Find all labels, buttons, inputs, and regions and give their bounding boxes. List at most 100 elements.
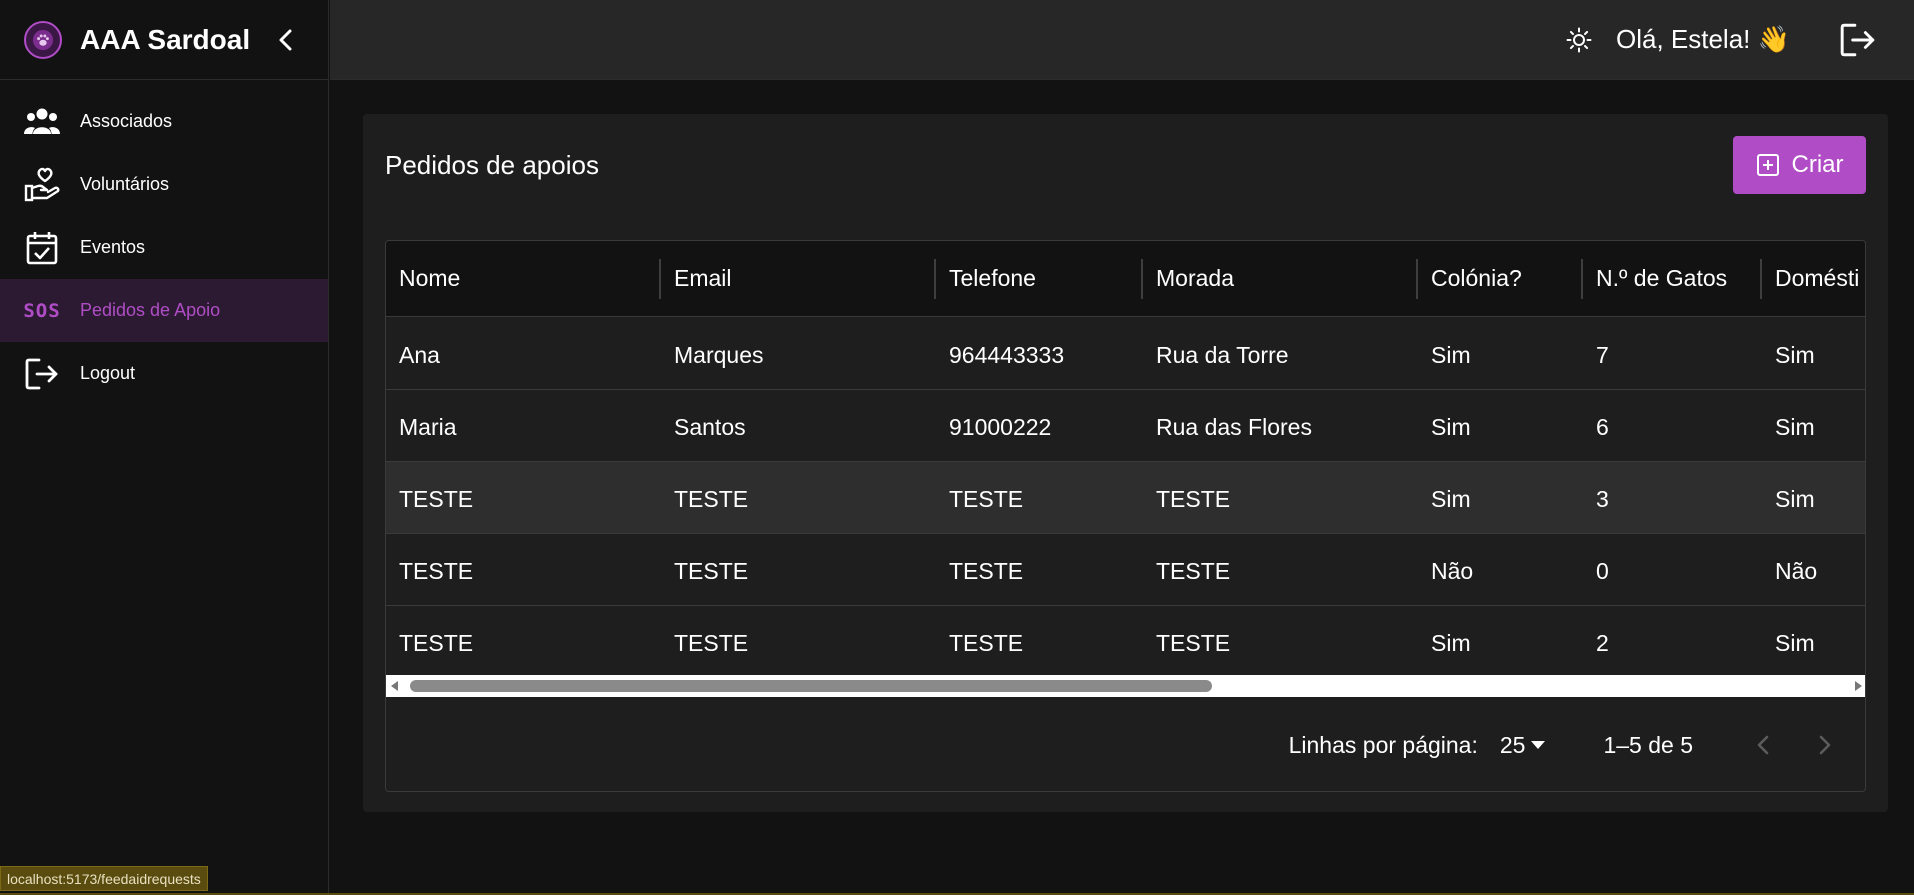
- sidebar: AAA Sardoal Associados Voluntários Event…: [0, 0, 329, 895]
- column-separator[interactable]: [1416, 259, 1418, 299]
- main-card: Pedidos de apoios Criar Nome Email Telef…: [363, 114, 1888, 812]
- page-title: Pedidos de apoios: [385, 150, 599, 180]
- table-row[interactable]: Maria Santos 91000222 Rua das Flores Sim…: [386, 390, 1865, 462]
- cell-num-gatos: 0: [1596, 558, 1609, 584]
- topbar: Olá, Estela! 👋: [330, 0, 1914, 80]
- cell-email: Marques: [674, 342, 764, 368]
- cell-colonia: Não: [1431, 558, 1474, 584]
- logout-icon: [1840, 23, 1875, 56]
- brand: AAA Sardoal: [0, 0, 328, 80]
- cell-morada: TESTE: [1156, 558, 1231, 584]
- cell-num-gatos: 2: [1596, 630, 1609, 656]
- column-header-num-gatos[interactable]: N.º de Gatos: [1596, 265, 1727, 292]
- sidebar-nav: Associados Voluntários Eventos SOS Pedid…: [0, 80, 328, 405]
- cell-email: Santos: [674, 414, 746, 440]
- cell-telefone: 964443333: [949, 342, 1065, 368]
- cell-num-gatos: 7: [1596, 342, 1609, 368]
- cell-nome: TESTE: [399, 486, 474, 512]
- hand-heart-icon: [22, 167, 62, 203]
- horizontal-scrollbar[interactable]: [386, 675, 1865, 697]
- cell-email: TESTE: [674, 558, 749, 584]
- column-header-telefone[interactable]: Telefone: [949, 265, 1036, 292]
- cell-nome: Ana: [399, 342, 440, 368]
- cell-domestico: Sim: [1775, 414, 1815, 440]
- collapse-sidebar-button[interactable]: [272, 26, 300, 54]
- sidebar-item-eventos[interactable]: Eventos: [0, 216, 328, 279]
- cell-colonia: Sim: [1431, 414, 1471, 440]
- cell-morada: TESTE: [1156, 486, 1231, 512]
- app-title: AAA Sardoal: [80, 23, 251, 55]
- column-separator[interactable]: [1141, 259, 1143, 299]
- sidebar-item-voluntarios[interactable]: Voluntários: [0, 153, 328, 216]
- sun-icon: [1566, 27, 1592, 52]
- table-row[interactable]: TESTE TESTE TESTE TESTE Não 0 Não: [386, 534, 1865, 606]
- cell-email: TESTE: [674, 630, 749, 656]
- pagination: Linhas por página: 25 1–5 de 5: [386, 697, 1865, 791]
- cell-telefone: TESTE: [949, 486, 1024, 512]
- cell-domestico: Sim: [1775, 342, 1815, 368]
- rows-per-page-label: Linhas por página:: [1288, 731, 1478, 758]
- cell-nome: Maria: [399, 414, 457, 440]
- column-header-email[interactable]: Email: [674, 265, 732, 292]
- table-row[interactable]: TESTE TESTE TESTE TESTE Sim 2 Sim: [386, 606, 1865, 675]
- scroll-left-arrow-icon[interactable]: [391, 681, 398, 691]
- cell-telefone: TESTE: [949, 630, 1024, 656]
- cell-domestico: Não: [1775, 558, 1818, 584]
- cell-nome: TESTE: [399, 558, 474, 584]
- sidebar-item-logout[interactable]: Logout: [0, 342, 328, 405]
- theme-toggle-button[interactable]: [1564, 25, 1594, 55]
- rows-per-page-select[interactable]: 25: [1500, 732, 1546, 759]
- add-box-icon: [1756, 153, 1780, 177]
- logout-icon: [22, 356, 62, 392]
- sidebar-item-associados[interactable]: Associados: [0, 90, 328, 153]
- column-separator[interactable]: [1760, 259, 1762, 299]
- cell-morada: Rua das Flores: [1156, 414, 1312, 440]
- cell-telefone: TESTE: [949, 558, 1024, 584]
- cell-domestico: Sim: [1775, 630, 1815, 656]
- sidebar-item-label: Associados: [80, 111, 173, 131]
- chevron-right-icon: [1819, 735, 1831, 755]
- column-header-nome[interactable]: Nome: [399, 265, 460, 292]
- cell-domestico: Sim: [1775, 486, 1815, 512]
- pagination-range: 1–5 de 5: [1603, 731, 1693, 758]
- sidebar-item-label: Pedidos de Apoio: [80, 300, 221, 320]
- cell-morada: Rua da Torre: [1156, 342, 1289, 368]
- column-header-colonia[interactable]: Colónia?: [1431, 265, 1522, 292]
- table-row[interactable]: Ana Marques 964443333 Rua da Torre Sim 7…: [386, 318, 1865, 390]
- cell-colonia: Sim: [1431, 342, 1471, 368]
- calendar-check-icon: [22, 230, 62, 266]
- user-greeting: Olá, Estela! 👋: [1616, 24, 1790, 54]
- sos-icon-text: SOS: [23, 299, 61, 322]
- sidebar-item-label: Voluntários: [80, 174, 170, 194]
- cell-colonia: Sim: [1431, 486, 1471, 512]
- create-button[interactable]: Criar: [1733, 136, 1866, 194]
- column-header-domestico[interactable]: Domésti: [1775, 265, 1859, 292]
- rows-per-page-value: 25: [1499, 731, 1526, 758]
- next-page-button[interactable]: [1805, 725, 1845, 765]
- cell-colonia: Sim: [1431, 630, 1471, 656]
- sidebar-item-pedidos-de-apoio[interactable]: SOS Pedidos de Apoio: [0, 279, 328, 342]
- column-separator[interactable]: [659, 259, 661, 299]
- logout-button[interactable]: [1838, 20, 1878, 60]
- table-row[interactable]: TESTE TESTE TESTE TESTE Sim 3 Sim: [386, 462, 1865, 534]
- column-separator[interactable]: [1581, 259, 1583, 299]
- cell-num-gatos: 6: [1596, 414, 1609, 440]
- sidebar-item-label: Eventos: [80, 237, 146, 257]
- sidebar-item-label: Logout: [80, 363, 136, 383]
- table-header: Nome Email Telefone Morada Colónia? N.º …: [386, 241, 1865, 317]
- cell-telefone: 91000222: [949, 414, 1052, 440]
- data-table: Nome Email Telefone Morada Colónia? N.º …: [385, 240, 1866, 792]
- cell-nome: TESTE: [399, 630, 474, 656]
- scroll-right-arrow-icon[interactable]: [1855, 681, 1862, 691]
- column-header-morada[interactable]: Morada: [1156, 265, 1234, 292]
- browser-status-url: localhost:5173/feedaidrequests: [0, 866, 208, 891]
- caret-down-icon: [1531, 741, 1546, 749]
- chevron-left-icon: [279, 29, 292, 50]
- users-icon: [22, 104, 62, 140]
- scrollbar-thumb[interactable]: [410, 680, 1212, 692]
- cell-num-gatos: 3: [1596, 486, 1609, 512]
- paw-logo-icon: [24, 20, 62, 59]
- column-separator[interactable]: [934, 259, 936, 299]
- previous-page-button[interactable]: [1743, 725, 1783, 765]
- create-button-label: Criar: [1791, 151, 1844, 178]
